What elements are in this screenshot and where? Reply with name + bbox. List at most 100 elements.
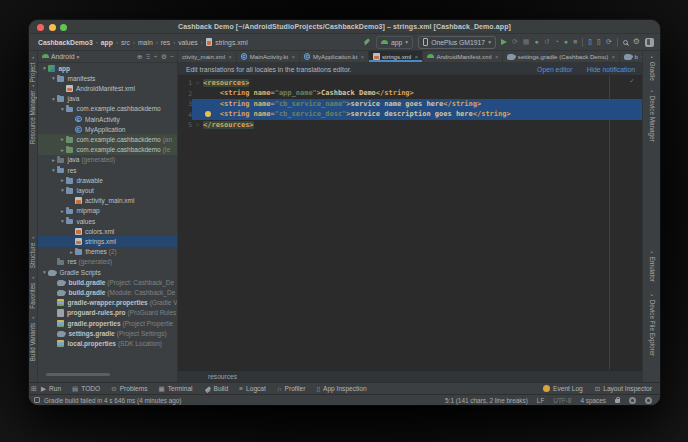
tool-stripe-gradle[interactable]: ▪ Gradle [649,54,656,81]
breadcrumb-item[interactable]: values [178,39,198,46]
tool-stripe-device-manager[interactable]: ▪ Device Manager [649,88,656,142]
hide-notification-link[interactable]: Hide notification [587,66,635,73]
tree-item-gradle-properties[interactable]: gradle.properties (Project Propertie [38,318,177,328]
tree-chevron[interactable]: ▾ [59,187,66,193]
tree-item-java[interactable]: ▸java (generated) [38,155,177,165]
tree-item-res[interactable]: ▾res [38,165,177,175]
tree-chevron[interactable]: ▾ [41,269,48,275]
avd-manager-icon[interactable]: ▯ [588,38,592,46]
tool-stripe-favorites[interactable]: Favorites ▪ [29,275,36,309]
tree-item-build-gradle[interactable]: build.gradle (Module: Cashback_De [38,287,177,297]
tree-chevron[interactable]: ▸ [68,249,75,255]
editor-tab-myapplication-kt[interactable]: CMyApplication.kt× [300,51,369,62]
code-line-2[interactable]: 2 <string name="app_name">Cashback Demo<… [178,88,642,99]
tree-item-myapplication[interactable]: CMyApplication [38,124,177,134]
lock-icon[interactable] [615,399,620,403]
code-line-4[interactable]: 4 <string name="cb_service_desc">service… [178,109,642,120]
hide-panel-icon[interactable]: − [170,53,174,60]
close-window-button[interactable] [37,24,44,31]
breadcrumb-item[interactable]: app [101,39,113,46]
sync-gradle-icon[interactable]: ⟳ [606,38,612,46]
collapse-all-icon[interactable]: Ξ [146,53,150,60]
close-tab-icon[interactable]: × [292,54,295,60]
close-tab-icon[interactable]: × [229,54,232,60]
tree-chevron[interactable]: ▸ [59,208,66,214]
tree-item-mipmap[interactable]: ▸mipmap [38,206,177,216]
breadcrumb-item[interactable]: main [138,39,153,46]
toolwindow-button-todo[interactable]: ▤TODO [72,385,100,393]
toolwindow-button-profiler[interactable]: ∩Profiler [277,385,306,392]
tree-item-gradle-scripts[interactable]: ▾Gradle Scripts [38,267,177,277]
expand-icon[interactable]: ÷ [154,53,158,60]
toolwindow-button-event-log[interactable]: Event Log [543,385,583,393]
tree-chevron[interactable]: ▾ [50,167,57,173]
tool-window-switcher-icon[interactable]: ⊞ [31,385,37,393]
tree-chevron[interactable]: ▸ [59,177,66,183]
apply-changes-icon[interactable]: ⟳ [512,38,518,46]
minimize-window-button[interactable] [49,24,56,31]
breadcrumb-item[interactable]: res [161,39,170,46]
toolwindow-button-run[interactable]: ▶Run [41,385,61,393]
toolwindow-button-app-inspection[interactable]: ▯App Inspection [316,385,366,393]
run-coverage-icon[interactable]: ▦ [523,38,530,46]
editor-tab-androidmanifest-xml[interactable]: AndroidManifest.xml× [423,51,503,62]
close-tab-icon[interactable]: × [361,54,364,60]
indent-setting[interactable]: 4 spaces [580,397,606,404]
status-left-icon[interactable] [34,397,40,403]
file-encoding[interactable]: UTF-8 [553,397,571,404]
tool-stripe-build-variants[interactable]: Build Variants ▪ [29,315,36,361]
tree-item-drawable[interactable]: ▸drawable [38,175,177,185]
fold-marker[interactable]: ○ [192,122,203,127]
tool-stripe-project[interactable]: Project ▪ [29,55,36,82]
editor-tab-mainactivity-kt[interactable]: CMainActivity.kt× [237,51,300,62]
breadcrumb-item[interactable]: strings.xml [215,39,247,46]
tree-item-activity-main-xml[interactable]: activity_main.xml [38,196,177,206]
editor-tab-ctivity-main-xml[interactable]: ctivity_main.xml× [178,51,237,62]
toolwindow-button-terminal[interactable]: ▦Terminal [159,385,193,393]
editor-breadcrumb[interactable]: resources [178,370,642,382]
app-module-selector[interactable]: app▾ [376,36,413,49]
tree-item-res[interactable]: res (generated) [38,257,177,267]
tool-stripe-resource-manager[interactable]: Resource Manager ▪ [29,83,36,144]
breadcrumb-item[interactable]: CashbackDemo3 [38,39,93,46]
tree-item-com-example-cashbackdemo[interactable]: ▾com.example.cashbackdemo [38,104,177,114]
editor-tab-settings-gradle-cashback-demo-[interactable]: settings.gradle (Cashback Demo)× [503,51,620,62]
intention-bulb-icon[interactable] [205,111,211,117]
code-line-1[interactable]: 1○<resources> [178,78,642,89]
tree-item-settings-gradle[interactable]: settings.gradle (Project Settings) [38,328,177,338]
debug-button[interactable]: ● [534,38,538,46]
tree-chevron[interactable]: ▾ [50,75,57,81]
line-separator[interactable]: LF [537,397,544,404]
close-tab-icon[interactable]: × [415,54,418,60]
tree-item-com-example-cashbackdemo[interactable]: ▸com.example.cashbackdemo (an [38,134,177,144]
tree-item-app[interactable]: ▾app [38,63,177,73]
tree-item-colors-xml[interactable]: colors.xml [38,226,177,236]
quick-panel-icon[interactable] [645,38,654,47]
tree-item-com-example-cashbackdemo[interactable]: ▸com.example.cashbackdemo (te [38,145,177,155]
tree-chevron[interactable]: ▾ [59,106,66,112]
code-line-5[interactable]: 5○</resources> [178,120,642,131]
code-line-3[interactable]: 3 <string name="cb_service_name">service… [178,99,642,110]
tree-item-themes[interactable]: ▸themes (2) [38,247,177,257]
gradle-status-icon[interactable] [629,397,636,404]
profile-status-icon[interactable] [645,397,652,404]
search-icon[interactable] [623,40,628,45]
close-tab-icon[interactable]: × [495,54,498,60]
tree-chevron[interactable]: ▸ [59,147,66,153]
stop-button[interactable]: ■ [573,38,577,46]
breadcrumb-item[interactable]: src [121,39,130,46]
restart-icon[interactable]: ↺ [544,38,550,46]
tree-chevron[interactable]: ▸ [50,157,57,163]
profiler-icon[interactable]: ◔ [555,38,559,46]
build-hammer-icon[interactable] [362,38,371,47]
editor-tab-strings-xml[interactable]: strings.xml× [369,51,423,62]
toolwindow-button-build[interactable]: Build [204,385,229,392]
tool-stripe-structure[interactable]: Structure ▪ [29,235,36,268]
settings-gear-icon[interactable]: ⚙ [161,53,167,61]
tree-item-strings-xml[interactable]: strings.xml [38,236,177,246]
project-view-selector[interactable]: Android [51,53,74,60]
device-selector[interactable]: OnePlus GM1917▾ [418,36,496,49]
tree-item-gradle-wrapper-properties[interactable]: gradle-wrapper.properties (Gradle V [38,298,177,308]
fold-marker[interactable]: ○ [192,80,203,85]
tree-item-layout[interactable]: ▾layout [38,185,177,195]
